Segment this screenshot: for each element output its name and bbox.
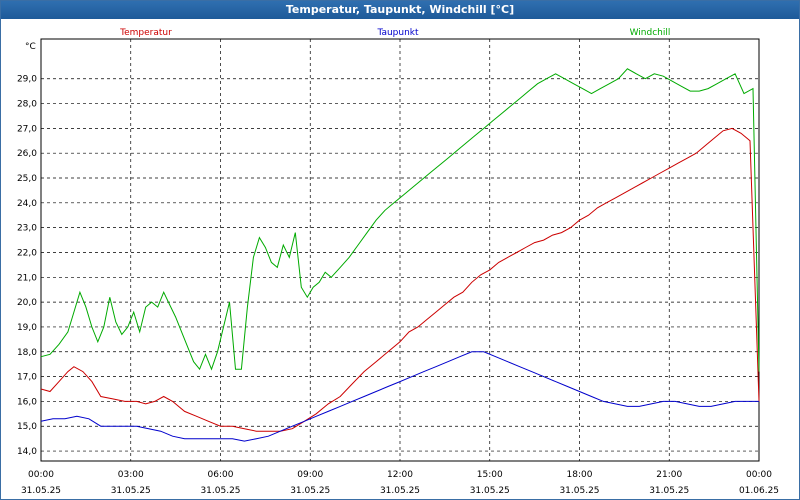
x-tick-time: 21:00 [656,470,682,480]
legend-temperatur: Temperatur [119,28,172,38]
x-tick-time: 15:00 [477,470,503,480]
x-tick-time: 03:00 [118,470,144,480]
x-tick-date: 01.06.25 [739,486,779,496]
y-tick-label: 21,0 [17,273,37,283]
y-tick-label: 15,0 [17,422,37,432]
y-tick-label: 28,0 [17,100,37,110]
x-tick-time: 06:00 [208,470,234,480]
y-axis-label: °C [25,42,36,52]
x-tick-time: 12:00 [387,470,413,480]
x-tick-date: 31.05.25 [290,486,330,496]
legend-windchill: Windchill [630,28,671,38]
y-tick-label: 26,0 [17,149,37,159]
x-tick-date: 31.05.25 [470,486,510,496]
y-tick-label: 29,0 [17,75,37,85]
x-tick-date: 31.05.25 [200,486,240,496]
x-tick-date: 31.05.25 [111,486,151,496]
y-tick-label: 25,0 [17,174,37,184]
x-tick-time: 18:00 [567,470,593,480]
x-tick-time: 00:00 [746,470,772,480]
y-tick-label: 27,0 [17,124,37,134]
legend-taupunkt: Taupunkt [376,28,419,38]
y-tick-label: 17,0 [17,373,37,383]
x-tick-time: 09:00 [297,470,323,480]
y-tick-label: 20,0 [17,298,37,308]
y-tick-label: 16,0 [17,397,37,407]
x-tick-date: 31.05.25 [21,486,61,496]
y-tick-label: 14,0 [17,447,37,457]
x-tick-date: 31.05.25 [559,486,599,496]
y-tick-labels: 14,0 15,0 16,0 17,0 18,0 19,0 20,0 21,0 22,0 23,0… [17,75,37,457]
y-tick-label: 23,0 [17,224,37,234]
x-tick-time: 00:00 [28,470,54,480]
chart-svg: 14,0 15,0 16,0 17,0 18,0 19,0 20,0 21,0 22,0 23,0… [17,28,779,496]
y-tick-label: 22,0 [17,248,37,258]
chart-window: Temperatur, Taupunkt, Windchill [°C] 14,… [0,0,800,500]
y-tick-label: 19,0 [17,323,37,333]
x-tick-date: 31.05.25 [380,486,420,496]
x-tick-labels: 00:00 31.05.25 03:00 31.05.25 06:00 31.05.25 0… [21,470,779,496]
y-tick-label: 24,0 [17,199,37,209]
x-tick-date: 31.05.25 [649,486,689,496]
y-tick-label: 18,0 [17,348,37,358]
